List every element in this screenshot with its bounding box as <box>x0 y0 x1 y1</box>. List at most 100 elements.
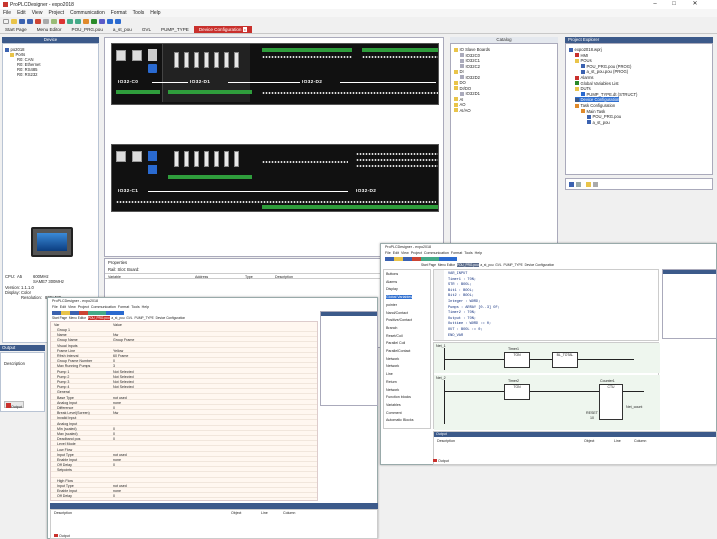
tab-a-st-pou[interactable]: a_st_pou <box>108 26 137 33</box>
tab-pou-prg[interactable]: POU_PRG.pou <box>67 26 108 33</box>
toolbox-item[interactable]: Parallel Coil <box>386 341 405 345</box>
project-item[interactable]: HMI <box>575 53 588 58</box>
tab-menu-editor[interactable]: Menu Editor <box>32 26 67 33</box>
grid-row[interactable]: General <box>51 390 317 395</box>
open-folder-icon[interactable] <box>11 18 17 24</box>
minimize-button[interactable]: – <box>648 0 662 9</box>
grid-row[interactable]: Off Delay 0 <box>51 463 317 468</box>
project-item[interactable]: Device Configuration <box>575 97 620 103</box>
grid-row[interactable]: Name Nw <box>51 333 317 338</box>
folder-icon[interactable] <box>586 182 591 187</box>
project-item[interactable]: a_st_pou <box>587 120 610 125</box>
toolbox-item[interactable]: pointer <box>386 303 397 307</box>
grid-row[interactable]: Pump 3 Not Selected <box>51 380 317 384</box>
grid-row[interactable]: Max (scaled) 0 <box>51 432 317 436</box>
hmi-output-tab[interactable]: Output <box>54 534 70 538</box>
catalog-item[interactable]: IO32C1 <box>460 58 480 63</box>
project-item[interactable]: DUTs <box>575 86 591 91</box>
tab-device-configuration[interactable]: Device Configuration x <box>193 26 252 33</box>
toolbox-item[interactable]: Positive/Contact <box>386 318 412 322</box>
counter1-block[interactable]: CTU <box>599 384 623 420</box>
catalog-item[interactable]: DO <box>454 80 466 85</box>
copy-icon[interactable] <box>43 18 49 24</box>
project-item[interactable]: Global Variables List <box>575 81 619 86</box>
rack-1[interactable]: IO32-C0 IO32-D1 IO32-D2 <box>111 43 439 105</box>
catalog-item[interactable]: IO32D2 <box>460 75 480 80</box>
project-item[interactable]: POU_PRG.pou (PROG) <box>581 64 631 69</box>
new-file-icon[interactable] <box>3 18 9 24</box>
toolbox-item[interactable]: Comment <box>386 411 402 415</box>
tab-start-page[interactable]: Start Page <box>0 26 32 33</box>
project-item[interactable]: POU_PRG.pou <box>587 114 621 119</box>
close-button[interactable]: ✕ <box>688 0 702 9</box>
tab-pump-type[interactable]: PUMP_TYPE <box>156 26 194 33</box>
grid-row[interactable]: Enable Input none <box>51 458 317 462</box>
toolbox-item[interactable]: Buttons <box>386 272 398 276</box>
ladder-variable-editor[interactable]: VAR_INPUT Timer1 : TON; STR : BOOL; Bit1… <box>433 269 659 341</box>
download-icon[interactable] <box>91 18 97 24</box>
grid-row[interactable]: Low Flow <box>51 448 317 452</box>
grid-row[interactable] <box>51 474 317 478</box>
toolbox-item[interactable]: Branch <box>386 326 397 330</box>
ladder-block-2[interactable]: BL_TOTAL <box>552 352 578 368</box>
menu-communication[interactable]: Communication <box>70 10 105 16</box>
ladder-toolbar[interactable] <box>385 257 475 261</box>
menu-edit[interactable]: Edit <box>17 10 26 16</box>
toolbox-item[interactable]: Display <box>386 287 398 291</box>
grid-row[interactable]: Deadband pos 0 <box>51 437 317 442</box>
rack-2[interactable]: IO32-C1 IO32-D2 <box>111 144 439 212</box>
toolbox-item[interactable]: Return <box>386 380 397 384</box>
project-item[interactable]: Alarms <box>575 75 594 80</box>
layout-icon[interactable] <box>115 18 121 24</box>
grid-row[interactable]: High Flow <box>51 479 317 483</box>
ladder-output-tab[interactable]: Output <box>433 459 449 463</box>
hmi-toolbar[interactable] <box>52 311 142 315</box>
menu-tools[interactable]: Tools <box>133 10 145 16</box>
tab-gvl[interactable]: GVL <box>137 26 156 33</box>
grid-icon[interactable] <box>593 182 598 187</box>
sort-icon[interactable] <box>576 182 581 187</box>
grid-row[interactable]: Analog Input none <box>51 401 317 405</box>
toolbox-item[interactable]: Function blocks <box>386 395 411 399</box>
output-tab[interactable]: Output <box>4 401 24 409</box>
catalog-item[interactable]: AO <box>454 102 466 107</box>
timer1-block[interactable]: TON <box>504 352 530 368</box>
toolbox-item[interactable]: Variables <box>386 403 401 407</box>
catalog-item[interactable]: DI/DO <box>454 86 471 91</box>
catalog-item[interactable]: IO32C0 <box>460 53 480 58</box>
grid-row[interactable]: Invalid Input <box>51 416 317 421</box>
toolbox-item[interactable]: ParallelContact <box>386 349 410 353</box>
toolbox-item[interactable]: Network <box>386 364 399 368</box>
catalog-item[interactable]: IO Slave Boards <box>454 47 490 52</box>
toolbox-item[interactable]: Alarms <box>386 280 397 284</box>
redo-icon[interactable] <box>75 18 81 24</box>
toolbox-item[interactable]: Line <box>386 372 393 376</box>
grid-row[interactable]: Enable Input none <box>51 489 317 494</box>
toolbox-item[interactable]: Global Variables <box>386 295 413 300</box>
toolbox-item[interactable]: Nand/Contact <box>386 311 408 315</box>
build-icon[interactable] <box>83 18 89 24</box>
paste-icon[interactable] <box>51 18 57 24</box>
catalog-item[interactable]: IO32D1 <box>460 91 480 96</box>
grid-row[interactable]: Group Frame Number 0 <box>51 359 317 364</box>
toolbox-item[interactable]: Network <box>386 388 399 392</box>
hardware-canvas[interactable]: IO32-C0 IO32-D1 IO32-D2 IO32-C1 IO32-D2 <box>104 37 444 257</box>
project-item[interactable]: PUMP_TYPE.dt (STRUCT) <box>581 92 637 97</box>
project-item[interactable]: POUs <box>575 58 592 63</box>
toolbox-item[interactable]: Reset/Coil <box>386 334 403 338</box>
menu-help[interactable]: Help <box>150 10 160 16</box>
menu-file[interactable]: File <box>3 10 11 16</box>
grid-row[interactable]: Min (scaled) 0 <box>51 427 317 431</box>
ladder-diagram[interactable]: Net_1 TON Timer1 BL_TOTAL Net_2 TON Time… <box>433 342 660 430</box>
project-item[interactable]: expo2018.wprj <box>569 47 602 52</box>
project-item[interactable]: a_st_pou.pou (PROG) <box>581 69 628 74</box>
project-item[interactable]: Main Task <box>581 109 605 114</box>
grid-row[interactable]: Level Mode <box>51 442 317 447</box>
properties-icon[interactable] <box>569 182 574 187</box>
tree-item-rs232[interactable]: R0: RS232 <box>17 72 37 77</box>
network-2[interactable]: Net_2 TON Timer2 CTU Counter1 RESET 10 N… <box>434 375 660 430</box>
grid-row[interactable]: Pump 4 Not Selected <box>51 385 317 390</box>
catalog-item[interactable]: DI <box>454 69 464 74</box>
grid-row[interactable]: Rfrsh Interval 60 Frame <box>51 354 317 358</box>
maximize-button[interactable]: □ <box>667 0 681 9</box>
